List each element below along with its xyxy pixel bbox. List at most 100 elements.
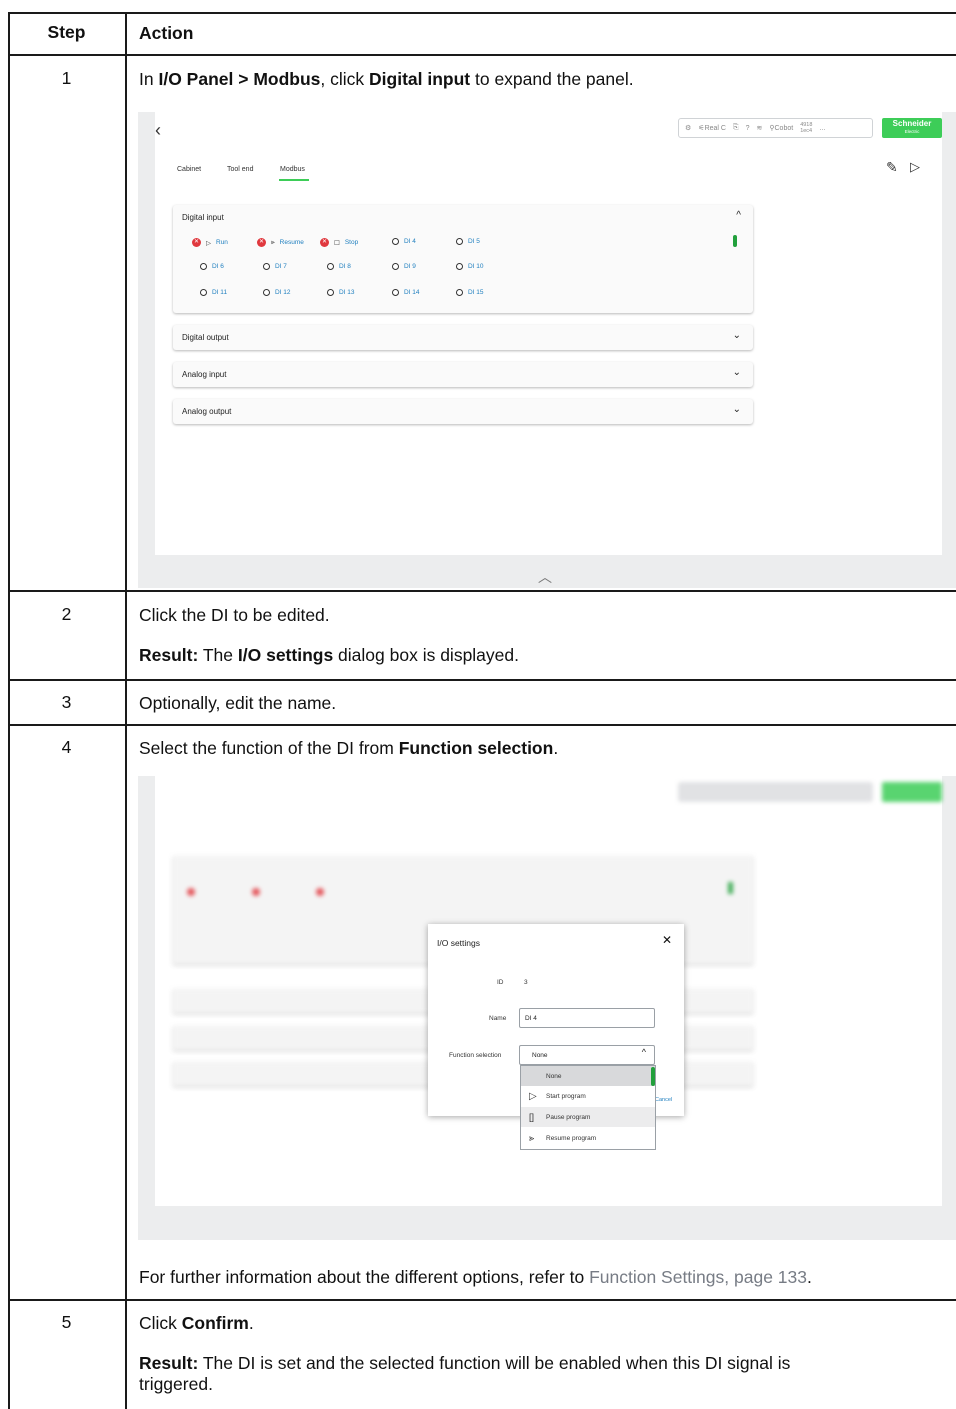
di-14[interactable]: DI 14 [392, 289, 420, 296]
chevron-down-icon[interactable]: ⌄ [733, 330, 741, 341]
step-number-1: 1 [61, 68, 72, 88]
chevron-down-icon[interactable]: ⌄ [733, 367, 741, 378]
pause-icon: [] [529, 1112, 535, 1122]
step-1-instruction: In I/O Panel > Modbus, click Digital inp… [139, 68, 634, 90]
di-5[interactable]: DI 5 [456, 238, 480, 245]
cobot-status: ⚲Cobot [769, 124, 793, 132]
radio-icon [392, 263, 399, 270]
close-icon[interactable]: ✕ [662, 933, 672, 947]
step-2-instruction: Click the DI to be edited. [139, 605, 330, 625]
option-label: Resume program [546, 1134, 597, 1142]
separator: > [233, 69, 254, 89]
di-9[interactable]: DI 9 [392, 263, 416, 270]
clipboard-icon[interactable]: ⎘ [733, 124, 739, 132]
radio-icon [392, 289, 399, 296]
radio-icon [200, 289, 207, 296]
option-none[interactable]: None [521, 1066, 655, 1086]
header-step: Step [47, 22, 86, 42]
name-input[interactable]: DI 4 [519, 1008, 655, 1028]
di-label: Stop [344, 239, 359, 246]
radio-icon [456, 263, 463, 270]
option-start-program[interactable]: ▷ Start program [521, 1086, 655, 1106]
di-8[interactable]: DI 8 [327, 263, 351, 270]
text: The [198, 645, 238, 665]
text: Select the function of the DI from [139, 738, 399, 758]
tab-modbus[interactable]: Modbus [280, 166, 305, 173]
text: Click [139, 1313, 182, 1333]
brand-name: Schneider [892, 119, 932, 128]
text: . [248, 1313, 254, 1333]
di-7[interactable]: DI 7 [263, 263, 287, 270]
io-panel-screenshot: ‹ ⚙ ⚟Real C ⎘ ? ≋ ⚲Cobot 4918 1ec4 ... Sc… [138, 112, 956, 588]
help-icon[interactable]: ? [746, 125, 750, 132]
error-icon: ✕ [320, 238, 329, 247]
robot-state-label: Real C [704, 125, 726, 132]
tab-tool-end[interactable]: Tool end [227, 166, 253, 173]
analog-output-panel[interactable]: Analog output ⌄ [173, 399, 753, 424]
chevron-up-icon[interactable]: ︿ [538, 567, 552, 587]
option-resume-program[interactable]: ⪢ Resume program [521, 1128, 655, 1148]
text: . [807, 1267, 812, 1287]
cancel-button[interactable]: Cancel [655, 1097, 672, 1103]
play-icon: ▷ [206, 239, 211, 247]
function-selection-label: Function selection [449, 1052, 502, 1059]
panel-title[interactable]: Digital input [182, 213, 224, 222]
digital-input-panel: Digital input ^ ✕ ▷ Run ✕ ⪢ Resume ✕ ☐ Stop DI… [173, 205, 753, 313]
option-pause-program[interactable]: [] Pause program [521, 1107, 655, 1127]
text: , click [320, 69, 370, 89]
bold-term: I/O settings [237, 645, 334, 665]
counter-bottom: 1ec4 [800, 128, 813, 134]
di-label: DI 15 [468, 289, 484, 296]
chevron-down-icon[interactable]: ⌄ [733, 404, 741, 415]
settings-icon[interactable]: ⚙ [685, 124, 691, 132]
edit-pencil-icon[interactable]: ✎ [886, 159, 898, 176]
di-15[interactable]: DI 15 [456, 289, 484, 296]
di-label: DI 11 [212, 289, 228, 296]
radio-icon [200, 263, 207, 270]
di-label: DI 5 [468, 238, 480, 245]
di-label: DI 14 [404, 289, 420, 296]
wifi-icon: ≋ [756, 125, 763, 132]
di-label: DI 6 [212, 263, 224, 270]
di-resume[interactable]: ✕ ⪢ Resume [257, 238, 304, 247]
function-dropdown: None ▷ Start program [] Pause program ⪢ Res… [520, 1065, 656, 1150]
radio-icon [327, 263, 334, 270]
radio-icon [263, 289, 270, 296]
more-icon[interactable]: ... [819, 125, 825, 132]
resume-icon: ⪢ [529, 1132, 535, 1143]
function-settings-link[interactable]: Function Settings, page 133 [589, 1267, 807, 1287]
status-indicator [733, 235, 737, 247]
table-border-top [8, 12, 956, 14]
di-6[interactable]: DI 6 [200, 263, 224, 270]
play-icon[interactable]: ▷ [910, 159, 920, 175]
chevron-up-icon[interactable]: ^ [736, 210, 741, 221]
di-stop[interactable]: ✕ ☐ Stop [320, 238, 358, 247]
robot-state: ⚟Real C [698, 124, 726, 132]
step-5-instruction: Click Confirm. [139, 1312, 254, 1334]
function-select[interactable]: None ^ [519, 1045, 655, 1065]
step-4-footnote: For further information about the differ… [139, 1266, 812, 1288]
di-11[interactable]: DI 11 [200, 289, 227, 296]
counter: 4918 1ec4 [800, 122, 812, 134]
error-icon: ✕ [192, 238, 201, 247]
play-icon: ▷ [529, 1090, 537, 1102]
di-label: Resume [279, 239, 304, 246]
di-13[interactable]: DI 13 [327, 289, 355, 296]
tab-cabinet[interactable]: Cabinet [177, 166, 201, 173]
digital-output-panel[interactable]: Digital output ⌄ [173, 325, 753, 350]
di-4[interactable]: DI 4 [392, 238, 416, 245]
di-12[interactable]: DI 12 [263, 289, 291, 296]
table-column-divider [125, 12, 127, 1409]
resume-icon: ⪢ [271, 238, 275, 246]
header-divider [8, 54, 956, 56]
analog-input-panel[interactable]: Analog input ⌄ [173, 362, 753, 387]
scrollbar-thumb[interactable] [651, 1067, 655, 1086]
back-chevron-icon[interactable]: ‹ [155, 120, 161, 141]
stop-icon: ☐ [334, 239, 340, 247]
di-run[interactable]: ✕ ▷ Run [192, 238, 228, 247]
di-10[interactable]: DI 10 [456, 263, 484, 270]
panel-title: Analog input [182, 370, 227, 379]
option-label: None [546, 1072, 562, 1080]
row-divider-2 [8, 679, 956, 681]
di-label: DI 8 [339, 263, 351, 270]
